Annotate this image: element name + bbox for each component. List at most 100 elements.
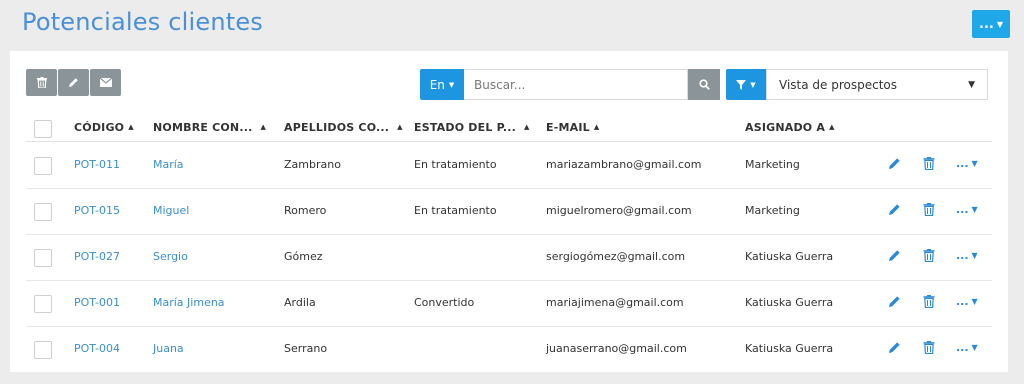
pencil-icon [889, 250, 900, 261]
email-cell: juanaserrano@gmail.com [546, 342, 687, 355]
surname-cell: Zambrano [284, 158, 341, 171]
trash-icon [36, 77, 47, 88]
edit-row-button[interactable] [888, 155, 901, 174]
row-more-menu[interactable]: ... ▼ [956, 203, 978, 216]
table-row: POT-004 Juana Serrano juanaserrano@gmail… [26, 326, 992, 372]
sort-arrow-icon: ▲ [523, 123, 530, 131]
column-header-assigned[interactable]: ASIGNADO A ▲ [745, 121, 835, 134]
search-scope-button[interactable]: En ▼ [420, 69, 464, 100]
page-title: Potenciales clientes [22, 8, 264, 36]
caret-down-icon: ▼ [968, 79, 975, 90]
column-label: ESTADO DEL P... [414, 121, 516, 134]
surname-cell: Gómez [284, 250, 323, 263]
surname-cell: Ardila [284, 296, 316, 309]
row-more-menu[interactable]: ... ▼ [956, 157, 978, 170]
delete-row-button[interactable] [923, 247, 935, 266]
table-header: CÓDIGO ▲ NOMBRE CON... ▲ APELLIDOS CO... ▲ … [26, 113, 992, 142]
sort-arrow-icon: ▲ [397, 123, 403, 131]
name-link[interactable]: Miguel [153, 204, 189, 217]
assigned-cell: Katiuska Guerra [745, 296, 834, 309]
header-menu-label: ... [979, 16, 994, 32]
sort-arrow-icon: ▲ [128, 123, 134, 131]
column-label: APELLIDOS CO... [284, 121, 390, 134]
delete-row-button[interactable] [923, 293, 935, 312]
assigned-cell: Marketing [745, 204, 800, 217]
email-cell: miguelromero@gmail.com [546, 204, 692, 217]
view-select[interactable]: Vista de prospectos ▼ [766, 69, 988, 100]
search-icon [698, 79, 710, 90]
pencil-icon [889, 342, 900, 353]
column-header-email[interactable]: E-MAIL ▲ [546, 121, 599, 134]
more-label: ... [956, 249, 969, 262]
code-link[interactable]: POT-027 [74, 250, 120, 263]
edit-row-button[interactable] [888, 293, 901, 312]
name-link[interactable]: María Jimena [153, 296, 225, 309]
row-more-menu[interactable]: ... ▼ [956, 295, 978, 308]
trash-icon [923, 157, 935, 171]
assigned-cell: Marketing [745, 158, 800, 171]
surname-cell: Serrano [284, 342, 328, 355]
code-link[interactable]: POT-004 [74, 342, 120, 355]
search-button[interactable] [688, 69, 720, 100]
table-row: POT-027 Sergio Gómez sergiogómez@gmail.c… [26, 234, 992, 281]
code-link[interactable]: POT-011 [74, 158, 120, 171]
surname-cell: Romero [284, 204, 327, 217]
edit-row-button[interactable] [888, 339, 901, 358]
code-link[interactable]: POT-001 [74, 296, 120, 309]
trash-icon [923, 295, 935, 309]
chevron-down-icon: ▼ [996, 19, 1003, 29]
header-menu-button[interactable]: ... ▼ [972, 10, 1010, 38]
caret-down-icon: ▼ [750, 80, 756, 89]
status-cell: Convertido [414, 296, 475, 309]
row-checkbox[interactable] [34, 157, 52, 175]
column-label: ASIGNADO A [745, 121, 826, 134]
delete-row-button[interactable] [923, 201, 935, 220]
status-cell: En tratamiento [414, 158, 497, 171]
edit-row-button[interactable] [888, 247, 901, 266]
trash-icon [923, 341, 935, 355]
column-header-status[interactable]: ESTADO DEL P... ▲ [414, 121, 530, 134]
row-checkbox[interactable] [34, 341, 52, 359]
column-header-code[interactable]: CÓDIGO ▲ [74, 121, 134, 134]
column-header-surname[interactable]: APELLIDOS CO... ▲ [284, 121, 403, 134]
table-row: POT-011 María Zambrano En tratamiento ma… [26, 142, 992, 189]
delete-row-button[interactable] [923, 339, 935, 358]
trash-icon [923, 249, 935, 263]
email-selected-button[interactable] [90, 69, 121, 96]
code-link[interactable]: POT-015 [74, 204, 120, 217]
row-checkbox[interactable] [34, 295, 52, 313]
delete-row-button[interactable] [923, 155, 935, 174]
row-checkbox[interactable] [34, 249, 52, 267]
row-more-menu[interactable]: ... ▼ [956, 249, 978, 262]
column-label: CÓDIGO [74, 121, 125, 134]
column-label: E-MAIL [546, 121, 590, 134]
table-row: POT-001 María Jimena Ardila Convertido m… [26, 280, 992, 327]
email-cell: mariajimena@gmail.com [546, 296, 684, 309]
caret-down-icon: ▼ [448, 80, 455, 89]
row-checkbox[interactable] [34, 203, 52, 221]
more-label: ... [956, 295, 969, 308]
delete-selected-button[interactable] [26, 69, 57, 96]
status-cell: En tratamiento [414, 204, 497, 217]
envelope-icon [99, 78, 112, 87]
select-all-checkbox[interactable] [34, 120, 52, 138]
row-more-menu[interactable]: ... ▼ [956, 341, 978, 354]
sort-arrow-icon: ▲ [829, 123, 835, 131]
name-link[interactable]: María [153, 158, 184, 171]
filter-button[interactable]: ▼ [726, 69, 766, 100]
caret-down-icon: ▼ [971, 343, 978, 352]
filter-icon [736, 79, 747, 90]
search-input[interactable] [464, 69, 688, 100]
column-header-name[interactable]: NOMBRE CON... ▲ [153, 121, 266, 134]
pencil-icon [889, 204, 900, 215]
sort-arrow-icon: ▲ [260, 123, 267, 131]
table-row: POT-015 Miguel Romero En tratamiento mig… [26, 188, 992, 235]
view-select-value: Vista de prospectos [779, 77, 897, 92]
name-link[interactable]: Juana [153, 342, 184, 355]
name-link[interactable]: Sergio [153, 250, 188, 263]
list-panel: En▼ ▼ Vista de prospectos ▼ CÓDIGO▲ NOMB… [10, 51, 1008, 372]
sort-arrow-icon: ▲ [593, 123, 600, 131]
caret-down-icon: ▼ [971, 251, 978, 260]
edit-selected-button[interactable] [58, 69, 89, 96]
edit-row-button[interactable] [888, 201, 901, 220]
